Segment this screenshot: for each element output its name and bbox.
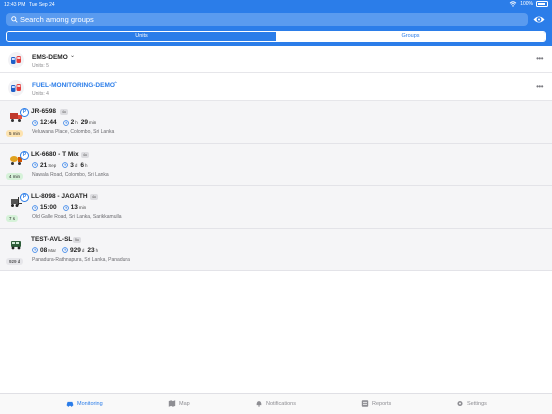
timer-icon xyxy=(62,204,69,211)
bell-icon xyxy=(256,401,262,407)
group-row-fuel-monitoring-demo[interactable]: FUEL-MONITORING-DEMO ⌃ Units: 4 ••• xyxy=(0,74,552,101)
duration-value: 29 xyxy=(80,119,88,126)
duration-value: 2 xyxy=(70,119,75,126)
duration-unit: d xyxy=(81,247,85,253)
search-placeholder: Search among groups xyxy=(20,15,94,24)
duration-unit: h xyxy=(95,247,99,253)
status-time: 12:43 PM xyxy=(4,2,26,8)
unit-time-info: 15:00 13 min xyxy=(32,204,86,211)
duration-value: 929 xyxy=(69,246,81,254)
clock-icon xyxy=(32,204,38,211)
unit-address: Nawala Road, Colombo, Sri Lanka xyxy=(32,171,109,178)
duration-value: 6 xyxy=(80,161,85,169)
tab-label: Monitoring xyxy=(77,400,103,407)
group-vehicles-icon xyxy=(8,80,24,96)
car-icon xyxy=(66,401,74,407)
tab-label: Notifications xyxy=(266,400,296,407)
group-unit-count: Units: 4 xyxy=(32,91,49,97)
unit-address: Old Galle Road, Sri Lanka, Sarikkamulla xyxy=(32,214,122,220)
unit-name: LL-8098 - JAGATH xyxy=(31,193,88,200)
status-date: Tue Sep 24 xyxy=(29,2,55,8)
clock-icon xyxy=(32,247,38,253)
group-unit-count: Units: 5 xyxy=(32,63,49,69)
parking-icon: P xyxy=(20,108,29,117)
more-icon[interactable]: ••• xyxy=(536,82,543,91)
tab-notifications[interactable]: Notifications xyxy=(255,400,296,407)
timer-icon xyxy=(62,247,68,253)
group-name: EMS-DEMO xyxy=(32,54,68,61)
tab-units[interactable]: Units xyxy=(7,32,276,41)
tab-reports[interactable]: Reports xyxy=(361,400,391,407)
battery-icon xyxy=(536,1,548,7)
unit-address: Panadura-Rathnapura, Sri Lanka, Panadura xyxy=(32,256,130,263)
status-bar: 12:43 PM Tue Sep 24 100% xyxy=(0,0,552,10)
last-message-date: 21 xyxy=(40,161,48,169)
tab-monitoring[interactable]: Monitoring xyxy=(66,400,103,407)
app-header: 12:43 PM Tue Sep 24 100% Search among gr… xyxy=(0,0,552,46)
last-message-age: 4 min xyxy=(6,172,24,180)
wifi-icon xyxy=(509,1,517,7)
group-name: FUEL-MONITORING-DEMO xyxy=(32,82,115,89)
duration-unit: h xyxy=(75,120,78,125)
tab-label: Map xyxy=(179,400,190,407)
unit-time-info: 21 Sep 3 d 6 h xyxy=(32,162,88,169)
unit-list: P 5 min JR-6598 4u 12:44 2 h 29 min Velu… xyxy=(0,101,552,271)
bottom-tab-bar: Monitoring Map Notifications Reports Set… xyxy=(0,393,552,414)
last-message-month: Sep xyxy=(48,162,57,168)
tab-groups[interactable]: Groups xyxy=(276,32,545,41)
unit-name: JR-6598 xyxy=(31,108,56,115)
last-message-time: 12:44 xyxy=(40,119,57,126)
parking-icon: P xyxy=(20,193,29,202)
unit-name: TEST-AVL-SL xyxy=(31,235,73,243)
last-message-age: 5 min xyxy=(6,130,24,137)
tab-settings[interactable]: Settings xyxy=(456,400,487,407)
battery-percentage: 100% xyxy=(520,1,533,7)
last-message-time: 15:00 xyxy=(40,204,57,211)
chevron-down-icon[interactable]: ⌄ xyxy=(70,52,75,59)
unit-row-ll-8098[interactable]: P 7 s LL-8098 - JAGATH 4u 15:00 13 min O… xyxy=(0,186,552,229)
unit-name: LK-6680 - T Mix xyxy=(31,150,79,158)
unit-row-test-avl-sl[interactable]: 929 d TEST-AVL-SL 5u 08 Mar 929 d 23 h P… xyxy=(0,229,552,271)
duration-value: 13 xyxy=(70,204,78,211)
eye-icon[interactable] xyxy=(533,14,545,25)
search-input[interactable]: Search among groups xyxy=(6,13,528,26)
tab-label: Settings xyxy=(467,400,487,407)
unit-row-lk-6680[interactable]: P 4 min LK-6680 - T Mix 4u 21 Sep 3 d 6 … xyxy=(0,144,552,186)
clock-icon xyxy=(32,162,38,168)
duration-value: 3 xyxy=(70,161,74,169)
tab-map[interactable]: Map xyxy=(168,400,190,407)
chevron-up-icon[interactable]: ⌃ xyxy=(113,81,118,88)
search-icon xyxy=(11,16,18,23)
duration-unit: d xyxy=(74,162,78,168)
more-icon[interactable]: ••• xyxy=(536,54,543,63)
bus-icon xyxy=(11,240,21,249)
timer-icon xyxy=(62,162,69,168)
duration-unit: min xyxy=(78,205,87,210)
tab-label: Reports xyxy=(372,400,392,407)
duration-value: 23 xyxy=(87,246,95,254)
parking-icon: P xyxy=(20,150,29,160)
reports-icon xyxy=(361,400,369,407)
unit-type-badge: 4u xyxy=(90,194,98,200)
view-segmented-control: Units Groups xyxy=(6,31,546,42)
unit-time-info: 08 Mar 929 d 23 h xyxy=(32,247,98,254)
map-icon xyxy=(168,400,176,407)
last-message-age: 7 s xyxy=(6,215,19,222)
unit-address: Veluwana Place, Colombo, Sri Lanka xyxy=(32,129,115,135)
duration-unit: min xyxy=(89,120,97,125)
unit-type-badge: 4u xyxy=(60,109,68,115)
last-message-date: 08 xyxy=(40,246,48,254)
group-vehicles-icon xyxy=(8,52,24,68)
group-row-ems-demo[interactable]: EMS-DEMO ⌄ Units: 5 ••• xyxy=(0,46,552,73)
unit-time-info: 12:44 2 h 29 min xyxy=(32,119,96,126)
unit-type-badge: 5u xyxy=(73,236,81,243)
unit-row-jr-6598[interactable]: P 5 min JR-6598 4u 12:44 2 h 29 min Velu… xyxy=(0,101,552,144)
last-message-month: Mar xyxy=(48,247,56,253)
clock-icon xyxy=(32,119,38,126)
timer-icon xyxy=(62,119,69,126)
last-message-age: 929 d xyxy=(6,257,24,265)
duration-unit: h xyxy=(85,162,88,168)
gear-icon xyxy=(457,400,463,407)
unit-type-badge: 4u xyxy=(81,151,89,158)
